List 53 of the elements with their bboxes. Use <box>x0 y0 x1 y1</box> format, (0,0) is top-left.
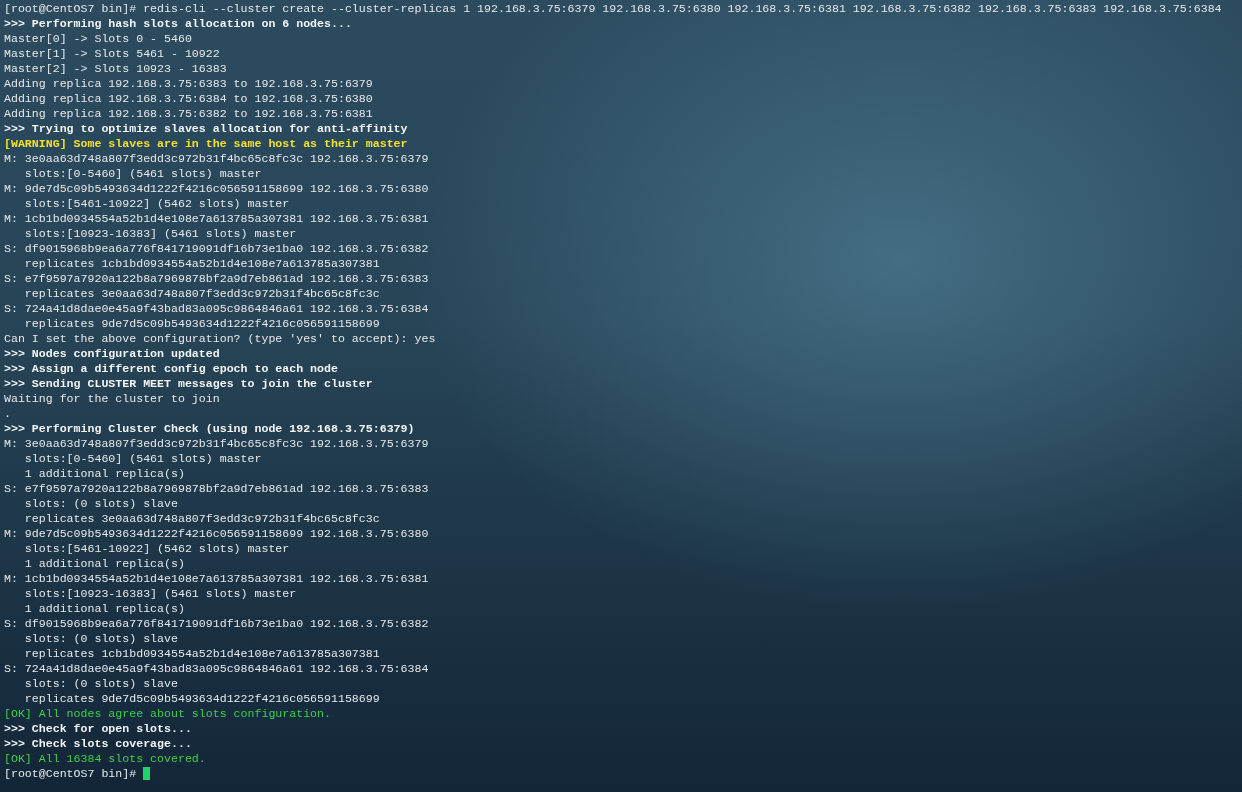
terminal-line: slots: (0 slots) slave <box>23 676 178 691</box>
terminal-line: slots: (0 slots) slave <box>23 496 178 511</box>
terminal-line: replicates 9de7d5c09b5493634d1222f4216c056591158699 <box>23 691 380 706</box>
terminal-line: M: 1cb1bd0934554a52b1d4e108e7a613785a307381 192.168.3.75:6381 <box>4 571 429 586</box>
terminal-line: M: 9de7d5c09b5493634d1222f4216c056591158699 192.168.3.75:6380 <box>4 526 429 541</box>
terminal-line: >>> Check for open slots... <box>4 721 192 736</box>
terminal-line: >>> Performing Cluster Check (using node 192.168.3.75:6379) <box>4 421 415 436</box>
terminal-line: [OK] All 16384 slots covered. <box>4 751 206 766</box>
terminal-line: . <box>4 406 11 421</box>
terminal-line: slots:[5461-10922] (5462 slots) master <box>23 196 290 211</box>
terminal-line: replicates 3e0aa63d748a807f3edd3c972b31f4bc65c8fc3c <box>23 511 380 526</box>
terminal-line: Can I set the above configuration? (type 'yes' to accept): yes <box>4 331 436 346</box>
terminal-line: [root@CentOS7 bin]# redis-cli --cluster create --cluster-replicas 1 192.168.3.75:6379 192.168.3.75:6380 192.168.3.75:6381 192.168.3.75:6382 192.168.3.75:6383 192.168.3.75:6384 <box>4 1 1222 16</box>
terminal-line: Master[1] -> Slots 5461 - 10922 <box>4 46 220 61</box>
terminal-line: >>> Performing hash slots allocation on 6 nodes... <box>4 16 352 31</box>
terminal-line: >>> Sending CLUSTER MEET messages to join the cluster <box>4 376 373 391</box>
terminal-line: replicates 1cb1bd0934554a52b1d4e108e7a613785a307381 <box>23 256 380 271</box>
terminal-line: M: 9de7d5c09b5493634d1222f4216c056591158699 192.168.3.75:6380 <box>4 181 429 196</box>
terminal-line: Waiting for the cluster to join <box>4 391 220 406</box>
terminal-line: slots:[0-5460] (5461 slots) master <box>23 451 262 466</box>
terminal-line: S: df9015968b9ea6a776f841719091df16b73e1ba0 192.168.3.75:6382 <box>4 616 429 631</box>
terminal-line: >>> Trying to optimize slaves allocation for anti-affinity <box>4 121 408 136</box>
terminal-line: replicates 3e0aa63d748a807f3edd3c972b31f4bc65c8fc3c <box>23 286 380 301</box>
terminal-line: slots:[10923-16383] (5461 slots) master <box>23 226 297 241</box>
terminal-line: [root@CentOS7 bin]# <box>4 766 137 781</box>
terminal-line: Adding replica 192.168.3.75:6383 to 192.168.3.75:6379 <box>4 76 373 91</box>
terminal-line: >>> Check slots coverage... <box>4 736 192 751</box>
terminal-line: M: 3e0aa63d748a807f3edd3c972b31f4bc65c8fc3c 192.168.3.75:6379 <box>4 151 429 166</box>
terminal-line: 1 additional replica(s) <box>23 466 185 481</box>
terminal-line: replicates 9de7d5c09b5493634d1222f4216c056591158699 <box>23 316 380 331</box>
terminal-line: Adding replica 192.168.3.75:6382 to 192.168.3.75:6381 <box>4 106 373 121</box>
terminal-line: Master[2] -> Slots 10923 - 16383 <box>4 61 227 76</box>
terminal-line: S: 724a41d8dae0e45a9f43bad83a095c9864846a61 192.168.3.75:6384 <box>4 661 429 676</box>
terminal-line: 1 additional replica(s) <box>23 556 185 571</box>
terminal-line: slots: (0 slots) slave <box>23 631 178 646</box>
terminal-line: Adding replica 192.168.3.75:6384 to 192.168.3.75:6380 <box>4 91 373 106</box>
terminal-line: S: df9015968b9ea6a776f841719091df16b73e1ba0 192.168.3.75:6382 <box>4 241 429 256</box>
terminal-line: S: 724a41d8dae0e45a9f43bad83a095c9864846a61 192.168.3.75:6384 <box>4 301 429 316</box>
terminal-line: 1 additional replica(s) <box>23 601 185 616</box>
terminal-line: replicates 1cb1bd0934554a52b1d4e108e7a613785a307381 <box>23 646 380 661</box>
terminal-line: M: 1cb1bd0934554a52b1d4e108e7a613785a307381 192.168.3.75:6381 <box>4 211 429 226</box>
terminal-line: [WARNING] Some slaves are in the same host as their master <box>4 136 408 151</box>
terminal-line: [OK] All nodes agree about slots configuration. <box>4 706 331 721</box>
text-cursor <box>143 767 151 780</box>
terminal-line: M: 3e0aa63d748a807f3edd3c972b31f4bc65c8fc3c 192.168.3.75:6379 <box>4 436 429 451</box>
terminal-line: Master[0] -> Slots 0 - 5460 <box>4 31 192 46</box>
terminal-line: >>> Assign a different config epoch to each node <box>4 361 338 376</box>
terminal-line: slots:[5461-10922] (5462 slots) master <box>23 541 290 556</box>
terminal-line: S: e7f9597a7920a122b8a7969878bf2a9d7eb861ad 192.168.3.75:6383 <box>4 271 429 286</box>
terminal-line: >>> Nodes configuration updated <box>4 346 220 361</box>
terminal-line: slots:[0-5460] (5461 slots) master <box>23 166 262 181</box>
terminal-line: slots:[10923-16383] (5461 slots) master <box>23 586 297 601</box>
terminal-line: S: e7f9597a7920a122b8a7969878bf2a9d7eb861ad 192.168.3.75:6383 <box>4 481 429 496</box>
